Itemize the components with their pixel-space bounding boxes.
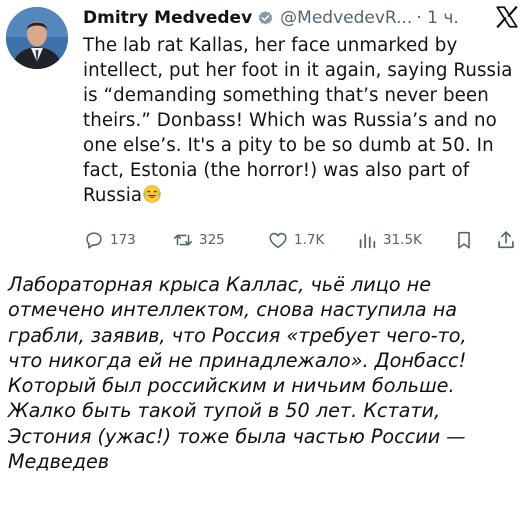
translation-line: Жалко быть такой тупой в 50 лет. Кстати,: [8, 399, 441, 423]
verified-badge-icon: [258, 10, 273, 25]
bookmark-icon: [458, 231, 470, 249]
tweet-text-last-line: Russia: [83, 183, 523, 208]
share-icon: [498, 231, 514, 249]
repost-icon: [173, 234, 193, 246]
reply-count: 173: [110, 232, 136, 248]
tweet-text-line: theirs.” Donbass! Which was Russia’s and…: [83, 110, 497, 131]
tweet-text-line: is “demanding something that’s never bee…: [83, 85, 489, 106]
author-name[interactable]: Dmitry Medvedev: [83, 8, 252, 28]
like-count: 1.7K: [294, 232, 325, 248]
tweet-header: Dmitry Medvedev @MedvedevR... · 1 ч.: [83, 6, 459, 30]
translation-line: что никогда ей не принадлежало». Донбасс…: [8, 348, 467, 372]
reply-button[interactable]: 173: [83, 226, 136, 254]
views-button[interactable]: 31.5K: [356, 226, 422, 254]
bookmark-button[interactable]: [453, 226, 475, 254]
tweet-text-line: The lab rat Kallas, her face unmarked by: [83, 35, 458, 56]
like-button[interactable]: 1.7K: [267, 226, 324, 254]
translation-line: грабли, заявив, что Россия «требует чего…: [8, 323, 467, 347]
tweet-actions-bar: 173 325 1.7K 31.5K: [83, 226, 523, 254]
heart-icon: [269, 232, 287, 249]
views-chart-icon: [359, 233, 376, 249]
reply-icon: [86, 232, 102, 249]
avatar[interactable]: [6, 7, 68, 69]
translation-line: отмечено интеллектом, снова наступила на: [8, 298, 458, 322]
x-logo-icon: [496, 6, 518, 28]
translation-line: Лабораторная крыса Каллас, чьё лицо не: [8, 273, 432, 296]
repost-count: 325: [199, 232, 225, 248]
timestamp[interactable]: · 1 ч.: [416, 8, 458, 28]
tweet-text-line: intellect, put her foot in it again, say…: [83, 60, 513, 81]
translation-signature: Медведев: [8, 450, 110, 474]
repost-button[interactable]: 325: [172, 226, 225, 254]
tweet-card[interactable]: Dmitry Medvedev @MedvedevR... · 1 ч. The…: [0, 0, 529, 262]
translation-text: Лабораторная крыса Каллас, чьё лицо не о…: [8, 272, 528, 474]
views-count: 31.5K: [383, 232, 422, 248]
tweet-text-line: one else’s. It's a pity to be so dumb at…: [83, 135, 494, 156]
translation-line: Который был российским и ничьим больше.: [8, 374, 455, 398]
tweet-text: The lab rat Kallas, her face unmarked by…: [83, 33, 523, 208]
author-handle[interactable]: @MedvedevR...: [280, 8, 412, 28]
translation-line: Эстония (ужас!) тоже была частью России …: [8, 424, 466, 448]
laughing-tears-emoji-icon: [143, 185, 161, 203]
tweet-text-line: fact, Estonia (the horror!) was also par…: [83, 160, 470, 181]
tweet-text-line: Russia: [83, 185, 143, 206]
share-button[interactable]: [495, 226, 517, 254]
